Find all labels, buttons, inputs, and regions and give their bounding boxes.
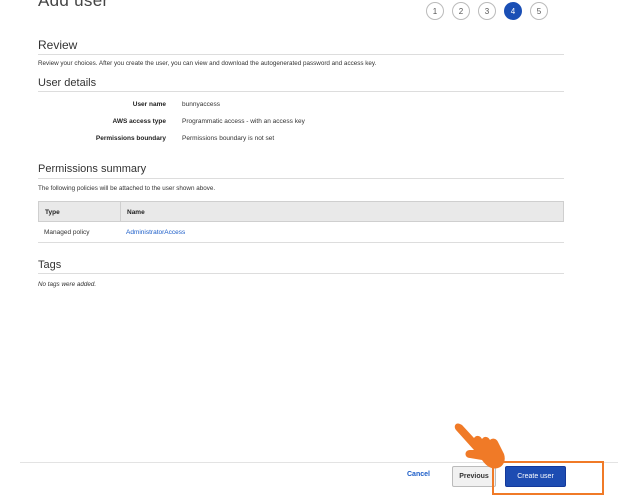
pointing-hand-icon	[454, 423, 505, 469]
user-details-divider	[38, 91, 564, 92]
wizard-steps: 1 2 3 4 5	[426, 2, 548, 20]
user-name-label: User name	[132, 101, 166, 108]
permissions-table: Type Name Managed policy AdministratorAc…	[38, 201, 564, 243]
column-header-type[interactable]: Type	[45, 209, 60, 216]
permissions-summary-heading: Permissions summary	[38, 163, 147, 175]
access-type-value: Programmatic access - with an access key	[182, 118, 305, 125]
permissions-description: The following policies will be attached …	[38, 185, 216, 192]
column-divider	[120, 202, 121, 221]
tags-heading: Tags	[38, 259, 62, 271]
tags-empty-text: No tags were added.	[38, 281, 97, 288]
user-name-value: bunnyaccess	[182, 101, 220, 108]
review-description: Review your choices. After you create th…	[38, 60, 377, 67]
column-header-name[interactable]: Name	[127, 209, 145, 216]
permissions-boundary-label: Permissions boundary	[95, 135, 166, 142]
step-2[interactable]: 2	[452, 2, 470, 20]
policy-name-link[interactable]: AdministratorAccess	[126, 229, 185, 236]
table-row: Managed policy AdministratorAccess	[38, 222, 564, 243]
step-4-current[interactable]: 4	[504, 2, 522, 20]
review-heading: Review	[38, 38, 78, 52]
step-1[interactable]: 1	[426, 2, 444, 20]
review-divider	[38, 54, 564, 55]
step-3[interactable]: 3	[478, 2, 496, 20]
footer-divider	[20, 462, 618, 463]
permissions-boundary-value: Permissions boundary is not set	[182, 135, 275, 142]
tags-divider	[38, 273, 564, 274]
step-5[interactable]: 5	[530, 2, 548, 20]
table-header: Type Name	[38, 201, 564, 222]
access-type-label: AWS access type	[112, 118, 166, 125]
user-details-heading: User details	[38, 77, 97, 89]
create-user-button[interactable]: Create user	[505, 466, 566, 487]
cancel-button[interactable]: Cancel	[407, 471, 430, 478]
policy-type-cell: Managed policy	[44, 229, 90, 236]
permissions-divider	[38, 178, 564, 179]
page-title: Add user	[38, 0, 109, 10]
